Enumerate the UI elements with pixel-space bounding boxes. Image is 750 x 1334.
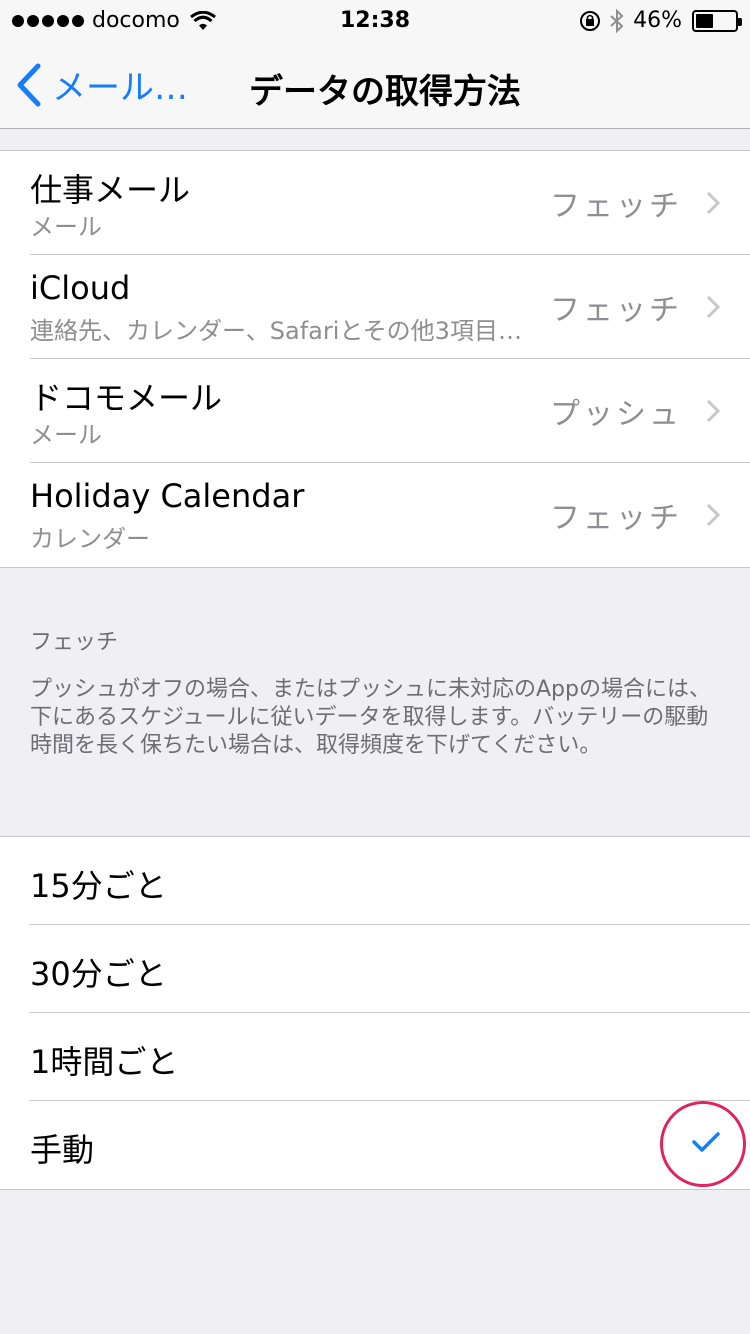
section-header-fetch: フェッチ <box>30 630 119 655</box>
account-name: 仕事メール <box>30 171 191 209</box>
status-bar: docomo 12:38 46% <box>0 0 750 40</box>
option-1-hour[interactable]: 1時間ごと <box>0 1013 750 1101</box>
account-fetch-mode: フェッチ <box>550 501 682 536</box>
fetch-interval-list: 15分ごと 30分ごと 1時間ごと 手動 <box>0 836 750 1190</box>
option-label: 手動 <box>30 1131 95 1169</box>
battery-percent: 46% <box>633 8 682 33</box>
chevron-right-icon <box>706 191 720 215</box>
account-fetch-mode: フェッチ <box>550 293 682 328</box>
highlight-circle <box>660 1101 746 1187</box>
navigation-bar: メール… データの取得方法 <box>0 40 750 129</box>
option-label: 1時間ごと <box>30 1043 179 1081</box>
option-label: 30分ごと <box>30 955 167 993</box>
account-name: Holiday Calendar <box>30 477 305 515</box>
chevron-right-icon <box>706 503 720 527</box>
account-row-holiday-calendar[interactable]: Holiday Calendar カレンダー フェッチ <box>0 463 750 567</box>
accounts-list: 仕事メール メール フェッチ iCloud 連絡先、カレンダー、Safariとそ… <box>0 150 750 568</box>
account-subtitle: カレンダー <box>30 525 150 553</box>
battery-level <box>696 13 714 28</box>
section-description: プッシュがオフの場合、またはプッシュに未対応のAppの場合には、下にあるスケジュ… <box>30 677 711 758</box>
option-15-minutes[interactable]: 15分ごと <box>0 837 750 925</box>
chevron-right-icon <box>706 399 720 423</box>
account-fetch-mode: フェッチ <box>550 189 682 224</box>
option-30-minutes[interactable]: 30分ごと <box>0 925 750 1013</box>
chevron-right-icon <box>706 295 720 319</box>
account-subtitle: 連絡先、カレンダー、Safariとその他3項目… <box>30 317 522 345</box>
account-fetch-mode: プッシュ <box>550 397 682 432</box>
option-label: 15分ごと <box>30 867 167 905</box>
battery-icon <box>692 9 742 32</box>
bluetooth-icon <box>610 8 624 33</box>
account-row-docomo-mail[interactable]: ドコモメール メール プッシュ <box>0 359 750 463</box>
account-name: iCloud <box>30 269 131 307</box>
account-name: ドコモメール <box>30 379 223 417</box>
account-subtitle: メール <box>30 421 102 449</box>
status-right: 46% <box>579 8 742 33</box>
rotation-lock-icon <box>580 10 601 31</box>
account-row-work-mail[interactable]: 仕事メール メール フェッチ <box>0 151 750 255</box>
option-manual[interactable]: 手動 <box>0 1101 750 1189</box>
account-row-icloud[interactable]: iCloud 連絡先、カレンダー、Safariとその他3項目… フェッチ <box>0 255 750 359</box>
account-subtitle: メール <box>30 213 102 241</box>
page-title: データの取得方法 <box>249 72 521 112</box>
